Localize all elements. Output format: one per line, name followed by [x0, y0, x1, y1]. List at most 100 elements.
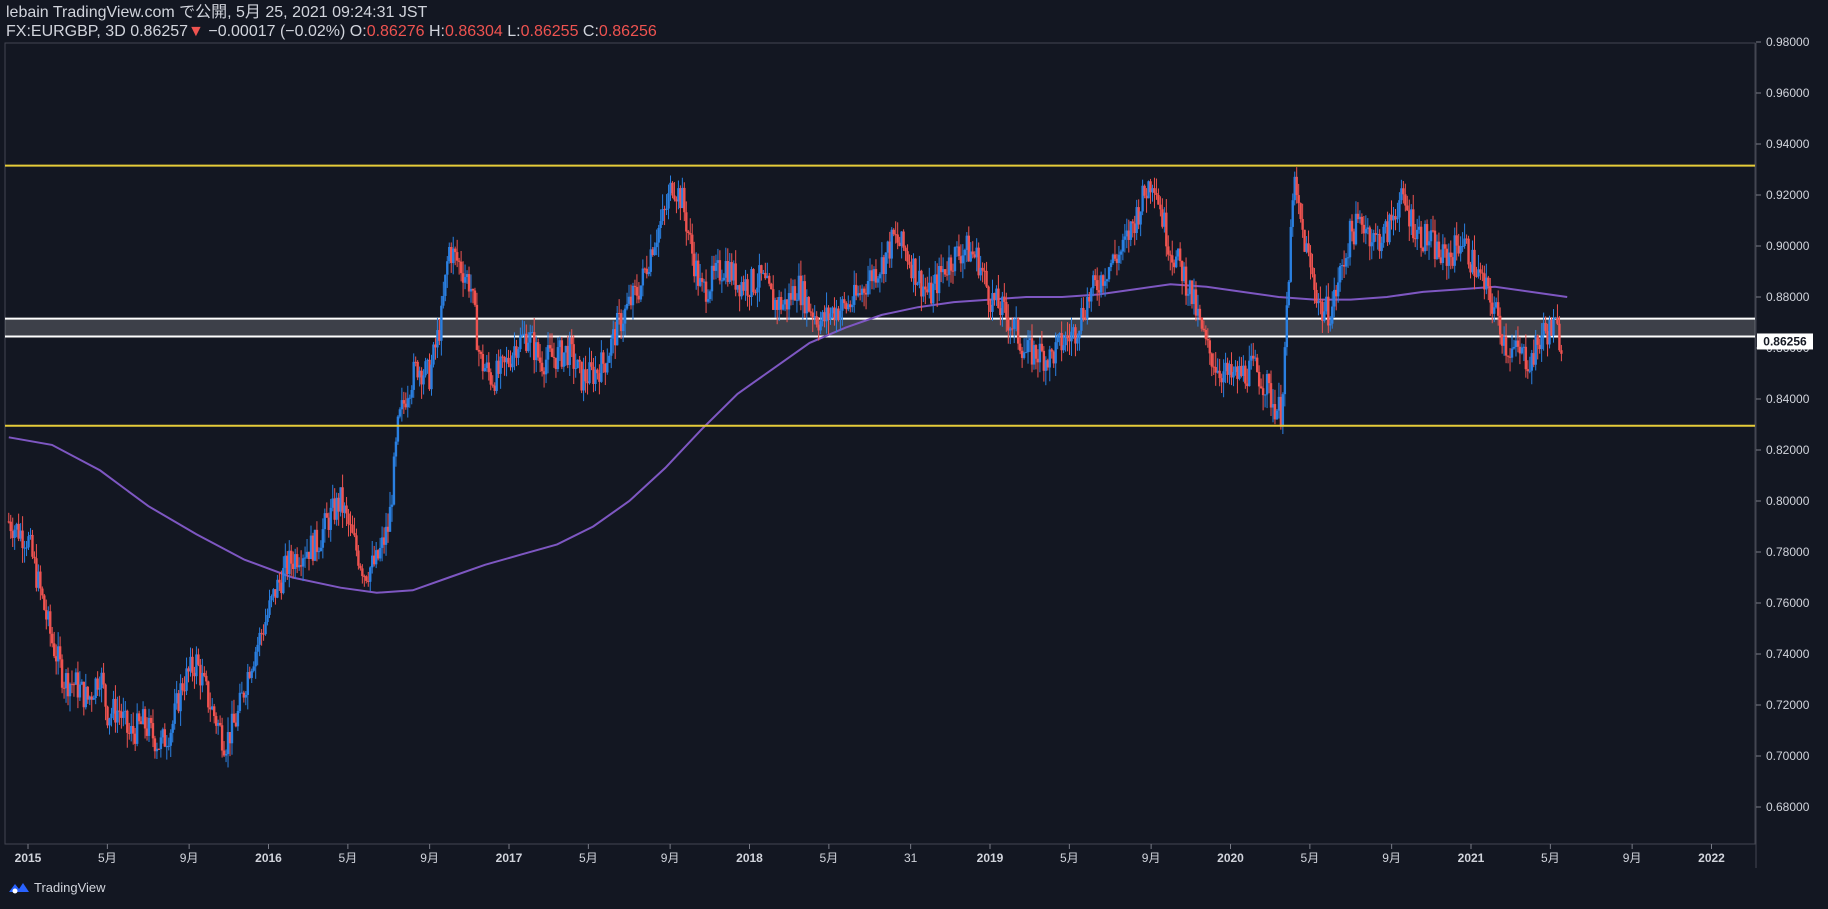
candle-body-377	[752, 269, 755, 293]
candle-body-695	[1380, 242, 1383, 252]
candle-body-670	[1331, 306, 1334, 324]
candle-body-604	[1200, 317, 1204, 329]
candle-body-752	[1493, 307, 1496, 314]
candle-body-786	[1560, 350, 1563, 354]
candle-body-450	[896, 234, 899, 243]
candle-body-613	[1218, 370, 1221, 379]
candle-body-63	[132, 725, 135, 734]
x-tick-label-12: 2019	[977, 851, 1004, 865]
candle-body-764	[1516, 340, 1520, 347]
candle-body-455	[906, 251, 909, 262]
candle-body-435	[866, 281, 870, 295]
candle-body-668	[1327, 296, 1330, 326]
candle-body-298	[596, 369, 599, 374]
candle-body-785	[1558, 323, 1561, 351]
candle-body-110	[224, 754, 228, 756]
price-axis[interactable]: 0.68000 0.70000 0.72000 0.74000 0.76000 0.780…	[1756, 35, 1810, 814]
candle-body-45	[96, 678, 99, 690]
candle-body-647	[1285, 305, 1289, 348]
candle-body-52	[110, 713, 113, 719]
y-tick-label-1: 0.70000	[1766, 749, 1810, 763]
candle-body-117	[238, 692, 242, 711]
candle-body-727	[1443, 244, 1447, 249]
candle-body-474	[943, 269, 947, 275]
x-tick-label-18: 2021	[1458, 851, 1485, 865]
x-tick-label-21: 2022	[1698, 851, 1725, 865]
y-tick-label-3: 0.74000	[1766, 647, 1810, 661]
candle-body-761	[1510, 348, 1514, 358]
candle-body-778	[1544, 322, 1547, 332]
candle-body-454	[904, 247, 907, 252]
candle-body-215	[432, 344, 435, 365]
candle-body-355	[708, 291, 712, 300]
candle-body-9	[25, 547, 28, 549]
candle-body-46	[98, 688, 101, 690]
y-tick-label-13: 0.94000	[1766, 137, 1810, 151]
candle-body-565	[1123, 236, 1127, 240]
candle-body-255	[511, 355, 514, 368]
candle-body-527	[1048, 349, 1051, 368]
candle-body-82	[169, 732, 172, 746]
candle-body-453	[902, 231, 905, 248]
candle-body-448	[892, 229, 895, 235]
candle-body-358	[714, 262, 718, 271]
candle-body-581	[1155, 193, 1158, 195]
candle-body-406	[809, 311, 812, 313]
candle-body-171	[345, 505, 348, 514]
candle-body-36	[78, 684, 82, 698]
candle-body-674	[1338, 266, 1342, 283]
candle-body-755	[1498, 315, 1502, 335]
candle-body-719	[1427, 241, 1431, 246]
y-tick-label-12: 0.92000	[1766, 188, 1810, 202]
candle-body-161	[325, 513, 328, 518]
pane-border	[4, 42, 1756, 845]
candle-body-219	[440, 305, 443, 341]
candle-body-343	[685, 212, 688, 232]
time-axis[interactable]: 2015 5月 9月 2016 5月 9月 2017 5月 9月 2018 5月 31 2019 5月 9月…	[15, 844, 1726, 865]
x-tick-label-15: 2020	[1217, 851, 1244, 865]
candle-body-237	[475, 304, 479, 350]
candle-body-423	[843, 299, 846, 304]
candle-body-328	[655, 242, 658, 248]
candle-body-197	[396, 416, 400, 442]
candle-body-268	[536, 342, 540, 358]
candle-body-658	[1307, 243, 1310, 253]
x-tick-label-13: 5月	[1060, 851, 1079, 865]
candle-body-79	[163, 729, 167, 747]
candle-body-292	[584, 369, 587, 382]
candle-body-10	[27, 536, 30, 548]
candle-body-231	[463, 277, 467, 283]
price-chart[interactable]: 0.68000 0.70000 0.72000 0.74000 0.76000 0.780…	[0, 0, 1828, 909]
candle-body-733	[1455, 235, 1458, 246]
candle-body-440	[876, 278, 880, 283]
candle-body-342	[683, 187, 686, 213]
candle-body-239	[479, 351, 483, 354]
candle-body-317	[633, 285, 637, 287]
candle-body-320	[639, 285, 643, 300]
candle-body-202	[406, 398, 409, 408]
candle-body-433	[862, 288, 866, 293]
candle-body-227	[455, 252, 459, 261]
candle-body-49	[104, 684, 107, 707]
x-tick-label-19: 5月	[1541, 851, 1560, 865]
tradingview-brand[interactable]: TradingView	[8, 880, 106, 895]
candle-body-582	[1157, 194, 1160, 205]
candle-body-654	[1299, 203, 1302, 219]
candle-body-708	[1406, 205, 1409, 211]
candle-body-195	[392, 456, 396, 505]
candle-body-77	[159, 737, 163, 750]
candle-body-51	[108, 718, 111, 726]
candle-body-655	[1301, 218, 1304, 230]
candle-body-158	[319, 547, 323, 552]
x-tick-label-11: 31	[904, 851, 918, 865]
candle-body-514	[1022, 352, 1026, 358]
candle-body-483	[961, 255, 965, 264]
candle-body-548	[1090, 288, 1093, 302]
candle-body-21	[49, 611, 52, 634]
candle-body-441	[878, 274, 882, 279]
candle-body-468	[932, 283, 935, 304]
candle-body-337	[673, 195, 676, 200]
candle-body-143	[290, 550, 293, 564]
candle-body-642	[1275, 410, 1279, 420]
x-tick-label-14: 9月	[1142, 851, 1161, 865]
